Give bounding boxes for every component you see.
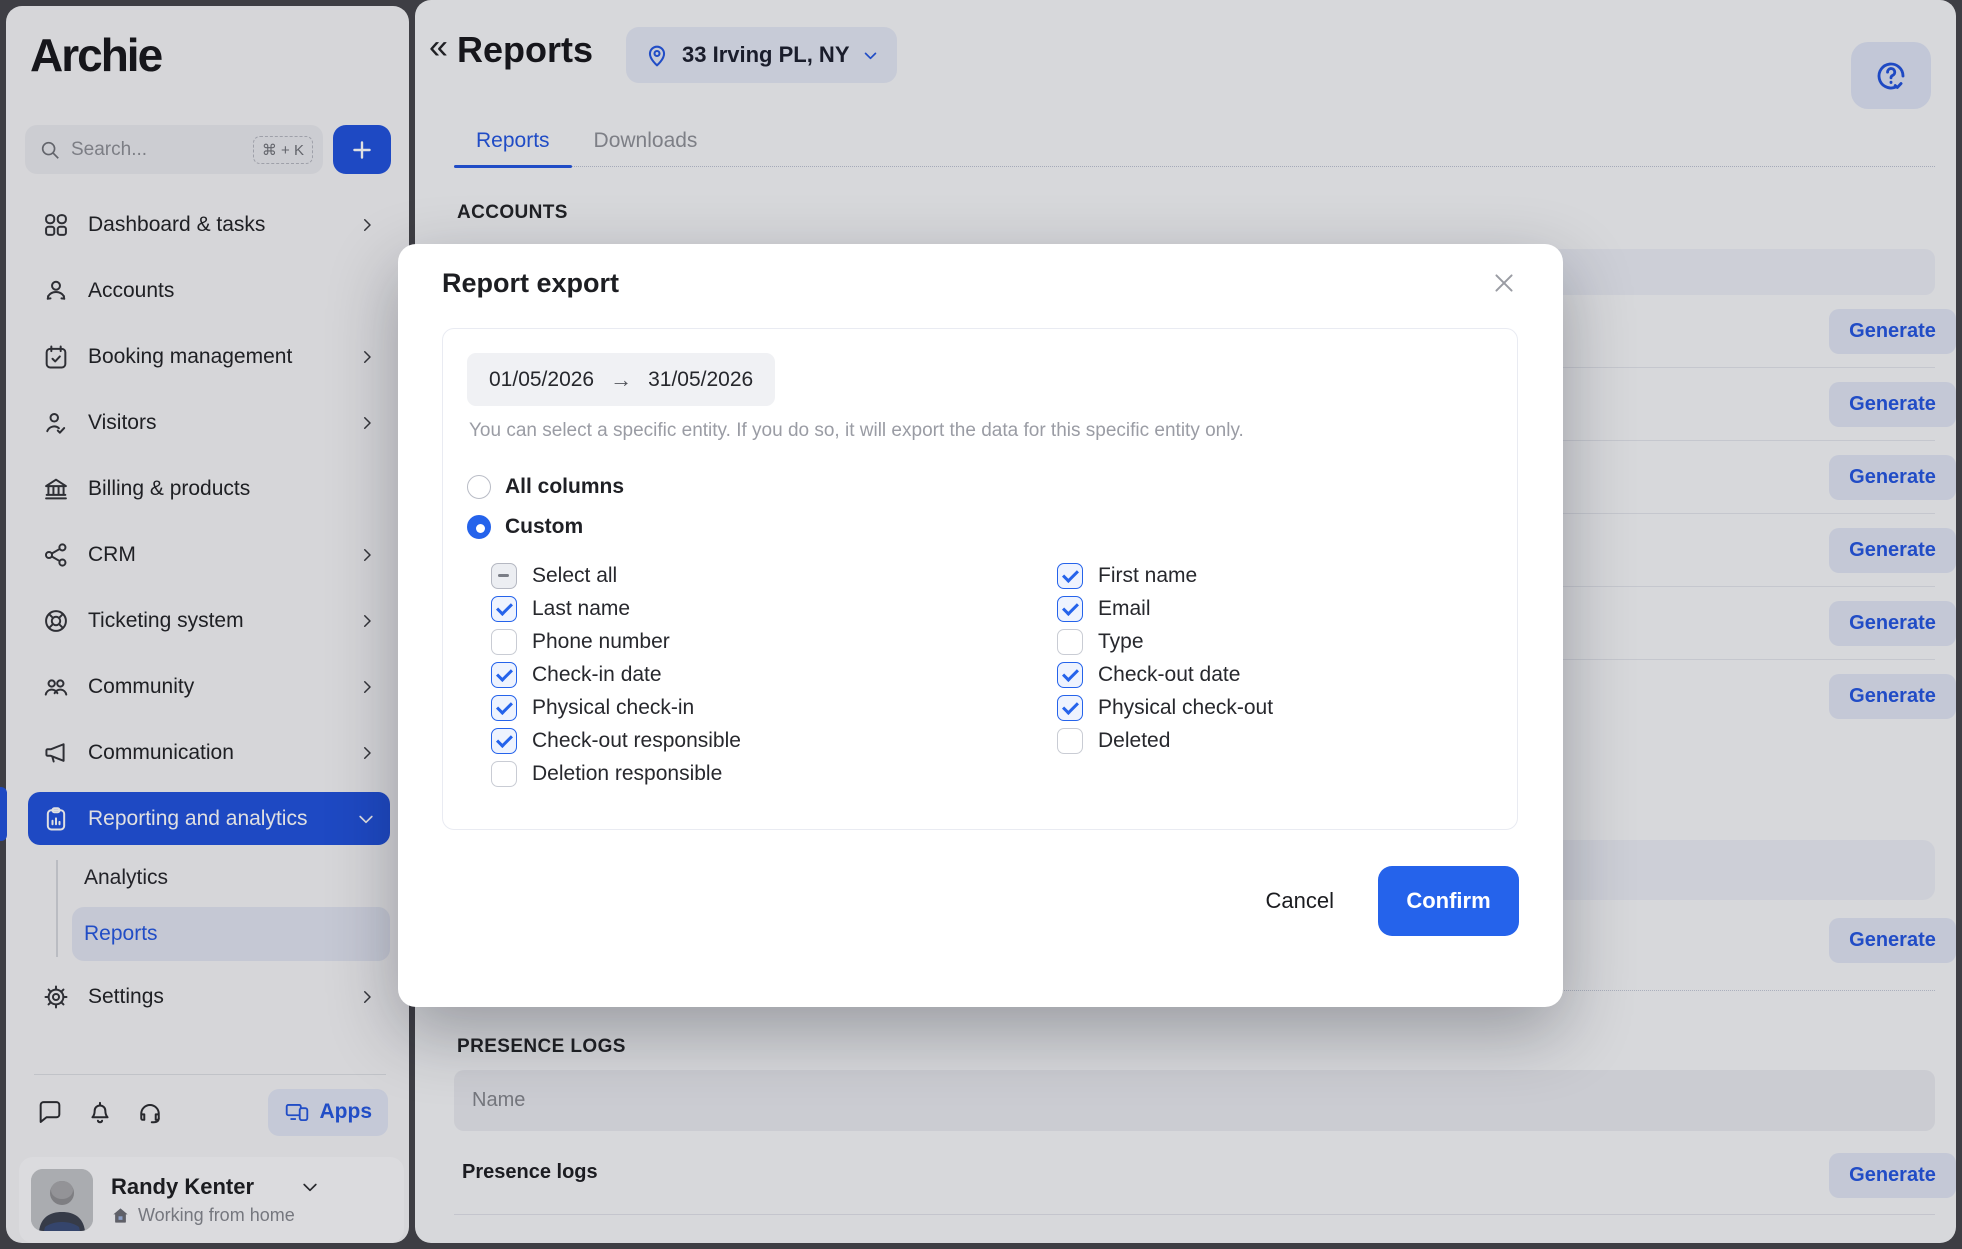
date-to-value[interactable]: 31/05/2026 bbox=[648, 368, 753, 392]
checkbox-first-name[interactable]: First name bbox=[1057, 559, 1273, 592]
checkbox-physical-check-out[interactable]: Physical check-out bbox=[1057, 691, 1273, 724]
checkbox-physical-check-in[interactable]: Physical check-in bbox=[491, 691, 741, 724]
checkbox-type[interactable]: Type bbox=[1057, 625, 1273, 658]
checkbox-unchecked-icon[interactable] bbox=[1057, 629, 1083, 655]
close-icon[interactable] bbox=[1491, 270, 1517, 296]
arrow-right-icon: → bbox=[610, 367, 632, 393]
checkbox-deleted[interactable]: Deleted bbox=[1057, 724, 1273, 757]
radio-all-columns[interactable]: All columns bbox=[467, 475, 624, 499]
checkbox-unchecked-icon[interactable] bbox=[491, 629, 517, 655]
checkbox-email[interactable]: Email bbox=[1057, 592, 1273, 625]
app-window: Archie Search... ⌘ + K Dashboard & tasks bbox=[0, 0, 1962, 1249]
checkbox-phone-number[interactable]: Phone number bbox=[491, 625, 741, 658]
checkbox-checked-icon[interactable] bbox=[491, 695, 517, 721]
checkbox-checked-icon[interactable] bbox=[1057, 563, 1083, 589]
checkbox-checked-icon[interactable] bbox=[1057, 596, 1083, 622]
checkbox-checked-icon[interactable] bbox=[1057, 695, 1083, 721]
checkbox-last-name[interactable]: Last name bbox=[491, 592, 741, 625]
confirm-button[interactable]: Confirm bbox=[1378, 866, 1519, 936]
checkbox-checked-icon[interactable] bbox=[1057, 662, 1083, 688]
entity-helper-text: You can select a specific entity. If you… bbox=[469, 420, 1244, 442]
cancel-button[interactable]: Cancel bbox=[1266, 888, 1334, 914]
checkbox-checked-icon[interactable] bbox=[491, 596, 517, 622]
checkbox-unchecked-icon[interactable] bbox=[491, 761, 517, 787]
report-export-modal: Report export 01/05/2026 → 31/05/2026 Yo… bbox=[398, 244, 1563, 1007]
radio-custom[interactable]: Custom bbox=[467, 515, 583, 539]
checkbox-check-out-responsible[interactable]: Check-out responsible bbox=[491, 724, 741, 757]
modal-title: Report export bbox=[442, 268, 619, 299]
checkbox-unchecked-icon[interactable] bbox=[1057, 728, 1083, 754]
checkbox-indeterminate-icon[interactable] bbox=[491, 563, 517, 589]
checkbox-check-out-date[interactable]: Check-out date bbox=[1057, 658, 1273, 691]
checkbox-checked-icon[interactable] bbox=[491, 662, 517, 688]
date-from-value[interactable]: 01/05/2026 bbox=[489, 368, 594, 392]
export-options-panel: 01/05/2026 → 31/05/2026 You can select a… bbox=[442, 328, 1518, 830]
radio-unselected-icon[interactable] bbox=[467, 475, 491, 499]
checkbox-deletion-responsible[interactable]: Deletion responsible bbox=[491, 757, 741, 790]
date-range-picker[interactable]: 01/05/2026 → 31/05/2026 bbox=[467, 353, 775, 406]
checkbox-checked-icon[interactable] bbox=[491, 728, 517, 754]
radio-selected-icon[interactable] bbox=[467, 515, 491, 539]
checkbox-check-in-date[interactable]: Check-in date bbox=[491, 658, 741, 691]
checkbox-select-all[interactable]: Select all bbox=[491, 559, 741, 592]
